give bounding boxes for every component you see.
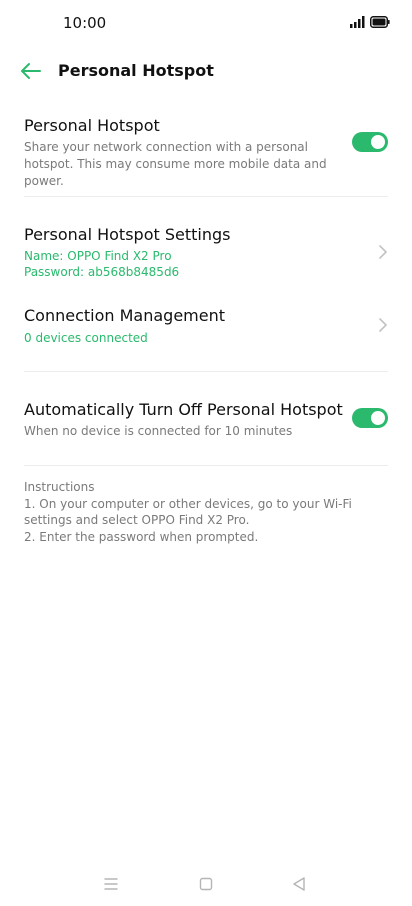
status-bar: 10:00	[0, 0, 412, 46]
auto-off-toggle-switch[interactable]	[352, 408, 388, 428]
toggle-knob	[371, 411, 385, 425]
hotspot-description: Share your network connection with a per…	[24, 140, 327, 188]
hotspot-toggle-switch[interactable]	[352, 132, 388, 152]
header: Personal Hotspot	[0, 52, 412, 92]
instructions-step-1: 1. On your computer or other devices, go…	[24, 496, 352, 528]
hotspot-name: Name: OPPO Find X2 Pro	[24, 249, 172, 263]
divider	[24, 465, 388, 466]
navigation-bar	[0, 866, 412, 902]
auto-off-description: When no device is connected for 10 minut…	[24, 424, 293, 438]
toggle-knob	[371, 135, 385, 149]
page-title: Personal Hotspot	[58, 61, 214, 80]
hotspot-title: Personal Hotspot	[24, 116, 160, 135]
back-icon[interactable]	[289, 874, 309, 894]
connection-management-title: Connection Management	[24, 306, 226, 325]
instructions: Instructions 1. On your computer or othe…	[24, 479, 394, 545]
status-time: 10:00	[63, 14, 107, 32]
instructions-heading: Instructions	[24, 480, 95, 494]
instructions-step-2: 2. Enter the password when prompted.	[24, 529, 259, 544]
menu-icon[interactable]	[101, 874, 121, 894]
divider	[24, 196, 388, 197]
signal-icon	[350, 16, 365, 28]
hotspot-settings-title: Personal Hotspot Settings	[24, 225, 231, 244]
chevron-right-icon	[379, 318, 387, 332]
back-arrow-icon[interactable]	[18, 58, 44, 84]
home-icon[interactable]	[196, 874, 216, 894]
chevron-right-icon	[379, 245, 387, 259]
battery-icon	[370, 16, 390, 28]
divider	[24, 371, 388, 372]
connection-status: 0 devices connected	[24, 331, 148, 345]
hotspot-password: Password: ab568b8485d6	[24, 265, 180, 279]
auto-off-title: Automatically Turn Off Personal Hotspot	[24, 400, 343, 419]
